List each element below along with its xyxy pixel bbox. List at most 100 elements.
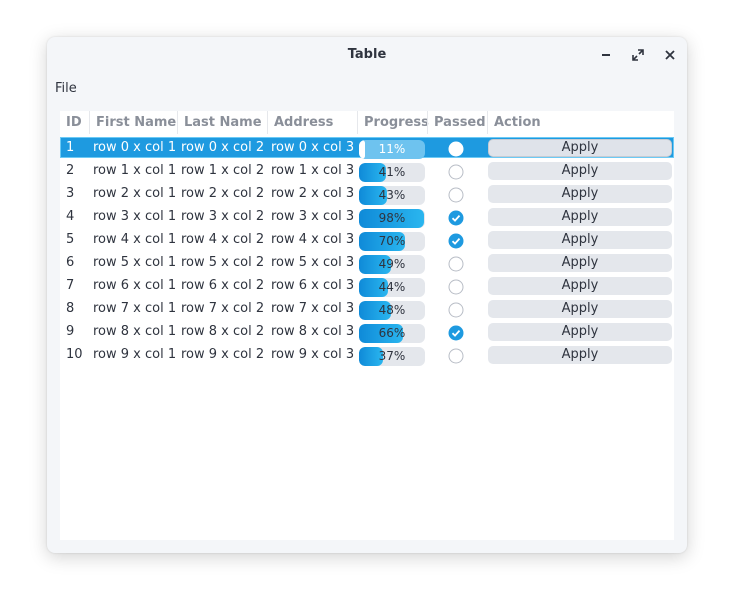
apply-button[interactable]: Apply <box>488 162 672 180</box>
column-header-action[interactable]: Action <box>487 111 674 134</box>
cell-address: row 4 x col 3 <box>271 232 355 247</box>
table-row[interactable]: 4 row 3 x col 1 row 3 x col 2 row 3 x col 3… <box>60 205 674 228</box>
table-row[interactable]: 2 row 1 x col 1 row 1 x col 2 row 1 x col 3… <box>60 159 674 182</box>
progress-bar: 43% <box>359 186 425 205</box>
minimize-icon <box>602 54 610 56</box>
cell-address: row 6 x col 3 <box>271 278 355 293</box>
checked-icon <box>448 233 464 249</box>
table-row[interactable]: 1 row 0 x col 1 row 0 x col 2 row 0 x col 3… <box>60 136 674 159</box>
cell-first-name: row 8 x col 1 <box>93 324 177 339</box>
cell-id: 3 <box>66 186 75 201</box>
cell-last-name: row 1 x col 2 <box>181 163 265 178</box>
progress-label: 41% <box>378 165 406 179</box>
passed-checkbox[interactable] <box>448 210 464 226</box>
cell-id: 6 <box>66 255 75 270</box>
passed-checkbox[interactable] <box>448 187 464 203</box>
table-row[interactable]: 7 row 6 x col 1 row 6 x col 2 row 6 x col 3… <box>60 274 674 297</box>
column-header-passed[interactable]: Passed <box>427 111 487 134</box>
close-button[interactable] <box>663 48 677 62</box>
cell-id: 4 <box>66 209 75 224</box>
unchecked-icon <box>448 348 464 364</box>
window-title: Table <box>347 47 387 62</box>
progress-bar: 44% <box>359 278 425 297</box>
column-header-last-name[interactable]: Last Name <box>177 111 267 134</box>
apply-button[interactable]: Apply <box>488 185 672 203</box>
passed-checkbox[interactable] <box>448 348 464 364</box>
column-header-address[interactable]: Address <box>267 111 357 134</box>
unchecked-icon <box>448 187 464 203</box>
checked-icon <box>448 325 464 341</box>
apply-button[interactable]: Apply <box>488 277 672 295</box>
checked-icon <box>448 210 464 226</box>
cell-last-name: row 7 x col 2 <box>181 301 265 316</box>
cell-first-name: row 3 x col 1 <box>93 209 177 224</box>
table-row[interactable]: 8 row 7 x col 1 row 7 x col 2 row 7 x col 3… <box>60 297 674 320</box>
column-header-id[interactable]: ID <box>60 111 89 134</box>
progress-bar: 37% <box>359 347 425 366</box>
cell-last-name: row 4 x col 2 <box>181 232 265 247</box>
unchecked-icon <box>448 141 464 157</box>
apply-button[interactable]: Apply <box>488 346 672 364</box>
minimize-button[interactable] <box>599 48 613 62</box>
passed-checkbox[interactable] <box>448 279 464 295</box>
menubar: File <box>55 77 77 96</box>
cell-id: 1 <box>66 140 75 155</box>
passed-checkbox[interactable] <box>448 325 464 341</box>
passed-checkbox[interactable] <box>448 302 464 318</box>
cell-id: 2 <box>66 163 75 178</box>
cell-first-name: row 0 x col 1 <box>93 140 177 155</box>
column-header-first-name[interactable]: First Name <box>89 111 177 134</box>
titlebar: Table <box>47 37 687 73</box>
app-window: Table File ID First Name Last Name Addre… <box>47 37 687 553</box>
progress-label: 44% <box>378 280 406 294</box>
apply-button[interactable]: Apply <box>488 208 672 226</box>
apply-button[interactable]: Apply <box>488 231 672 249</box>
unchecked-icon <box>448 164 464 180</box>
cell-last-name: row 0 x col 2 <box>181 140 265 155</box>
progress-label: 11% <box>378 142 406 156</box>
cell-last-name: row 5 x col 2 <box>181 255 265 270</box>
apply-button[interactable]: Apply <box>488 139 672 157</box>
progress-label: 37% <box>378 349 406 363</box>
passed-checkbox[interactable] <box>448 256 464 272</box>
cell-address: row 5 x col 3 <box>271 255 355 270</box>
progress-bar: 11% <box>359 140 425 159</box>
cell-address: row 9 x col 3 <box>271 347 355 362</box>
unchecked-icon <box>448 302 464 318</box>
apply-button[interactable]: Apply <box>488 323 672 341</box>
progress-label: 43% <box>378 188 406 202</box>
apply-button[interactable]: Apply <box>488 300 672 318</box>
progress-label: 49% <box>378 257 406 271</box>
cell-first-name: row 1 x col 1 <box>93 163 177 178</box>
data-table: ID First Name Last Name Address Progress… <box>60 111 674 540</box>
progress-label: 66% <box>378 326 406 340</box>
table-row[interactable]: 5 row 4 x col 1 row 4 x col 2 row 4 x col 3… <box>60 228 674 251</box>
unchecked-icon <box>448 279 464 295</box>
cell-last-name: row 2 x col 2 <box>181 186 265 201</box>
table-row[interactable]: 3 row 2 x col 1 row 2 x col 2 row 2 x col 3… <box>60 182 674 205</box>
table-row[interactable]: 9 row 8 x col 1 row 8 x col 2 row 8 x col 3… <box>60 320 674 343</box>
table-row[interactable]: 6 row 5 x col 1 row 5 x col 2 row 5 x col 3… <box>60 251 674 274</box>
cell-address: row 0 x col 3 <box>271 140 355 155</box>
progress-bar: 41% <box>359 163 425 182</box>
cell-id: 8 <box>66 301 75 316</box>
progress-bar: 70% <box>359 232 425 251</box>
cell-address: row 8 x col 3 <box>271 324 355 339</box>
apply-button[interactable]: Apply <box>488 254 672 272</box>
table-row[interactable]: 10 row 9 x col 1 row 9 x col 2 row 9 x col … <box>60 343 674 366</box>
column-header-progress[interactable]: Progress <box>357 111 429 134</box>
cell-first-name: row 7 x col 1 <box>93 301 177 316</box>
progress-bar: 66% <box>359 324 425 343</box>
progress-label: 48% <box>378 303 406 317</box>
cell-address: row 3 x col 3 <box>271 209 355 224</box>
maximize-button[interactable] <box>631 48 645 62</box>
cell-first-name: row 9 x col 1 <box>93 347 177 362</box>
progress-bar: 48% <box>359 301 425 320</box>
menu-file[interactable]: File <box>55 81 77 96</box>
maximize-icon <box>632 49 644 61</box>
passed-checkbox[interactable] <box>448 233 464 249</box>
passed-checkbox[interactable] <box>448 141 464 157</box>
progress-label: 98% <box>378 211 406 225</box>
table-header: ID First Name Last Name Address Progress… <box>60 111 674 134</box>
passed-checkbox[interactable] <box>448 164 464 180</box>
